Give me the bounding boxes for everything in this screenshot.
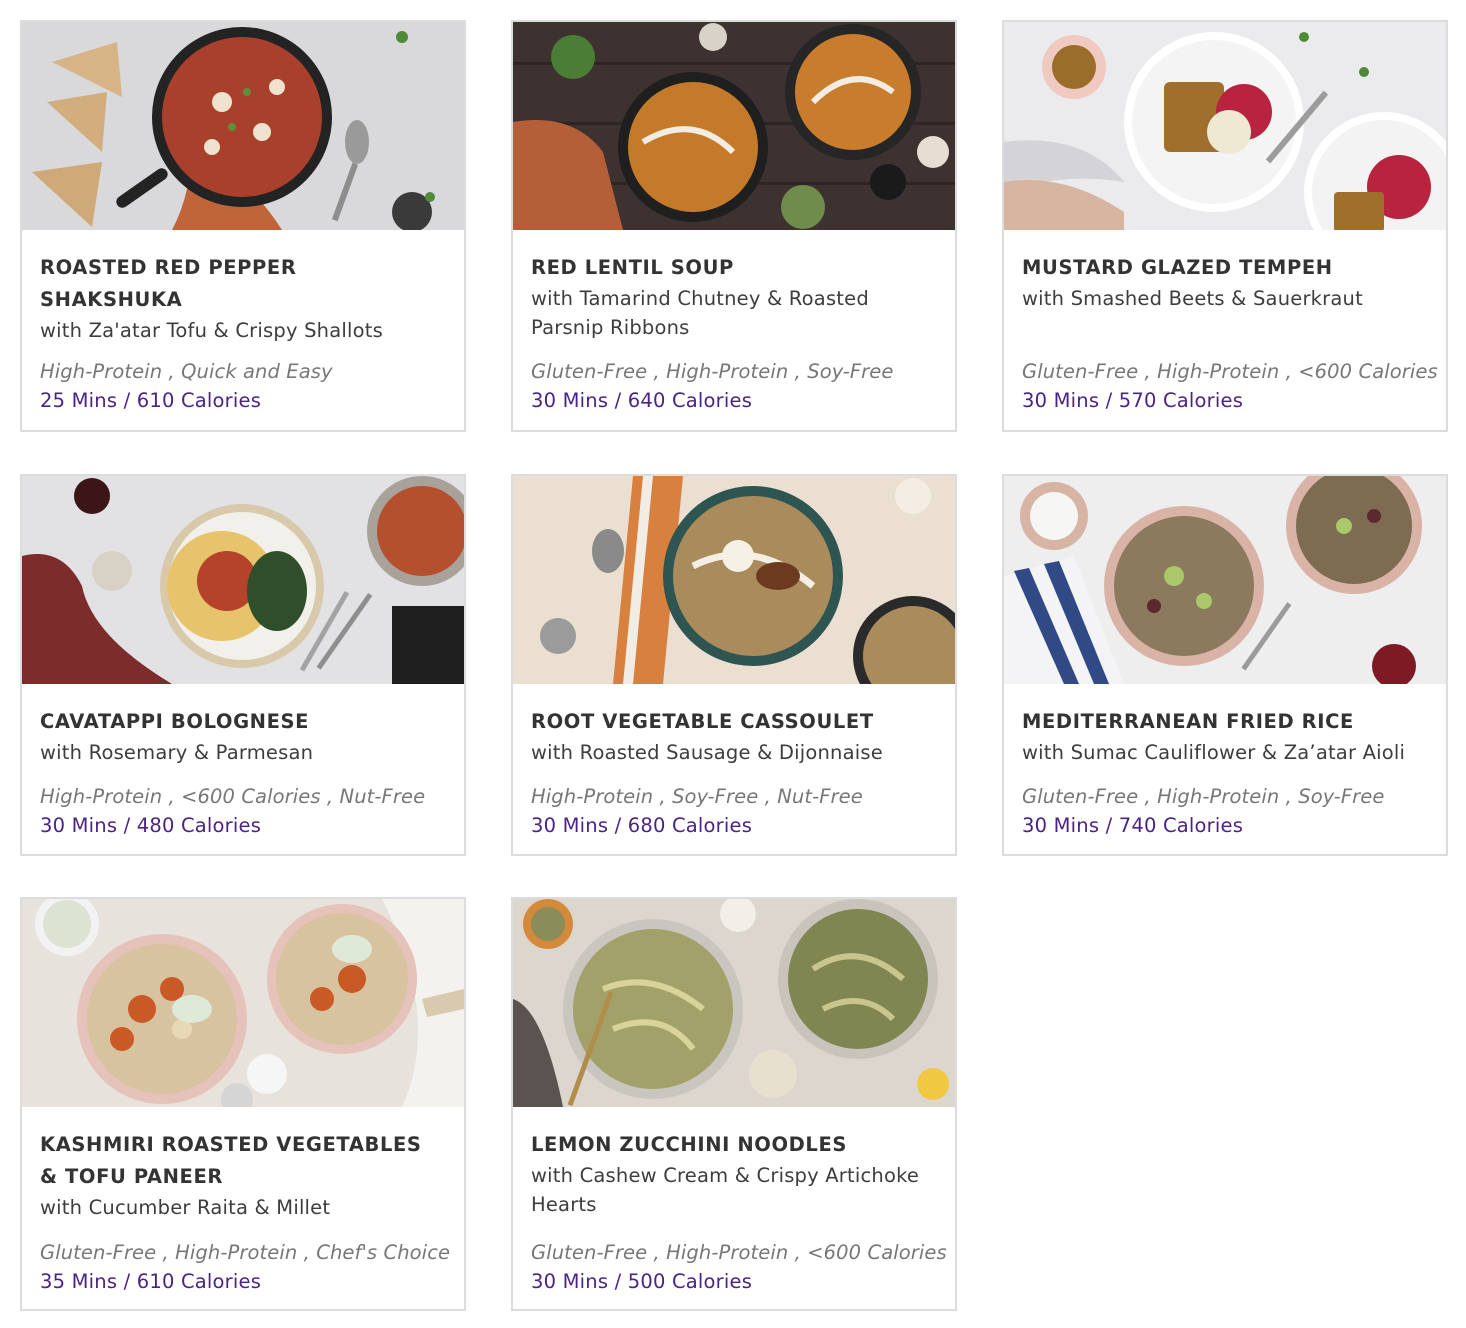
- recipe-title: MUSTARD GLAZED TEMPEH: [1022, 256, 1333, 279]
- recipe-card[interactable]: ROOT VEGETABLE CASSOULET with Roasted Sa…: [511, 474, 957, 856]
- recipe-subtitle: with Tamarind Chutney & Roasted Parsnip …: [531, 287, 869, 339]
- recipe-time-calories: 30 Mins / 680 Calories: [531, 814, 753, 837]
- lentil-soup-bowls-photo: [513, 22, 955, 230]
- recipe-subtitle: with Za'atar Tofu & Crispy Shallots: [40, 319, 383, 342]
- recipe-tags: Gluten-Free , High-Protein , Chef's Choi…: [40, 1241, 451, 1264]
- recipe-subtitle: with Smashed Beets & Sauerkraut: [1022, 287, 1363, 310]
- recipe-card[interactable]: MEDITERRANEAN FRIED RICE with Sumac Caul…: [1002, 474, 1448, 856]
- recipe-title: CAVATAPPI BOLOGNESE: [40, 710, 310, 733]
- recipe-card[interactable]: MUSTARD GLAZED TEMPEH with Smashed Beets…: [1002, 20, 1448, 432]
- recipe-time-calories: 30 Mins / 500 Calories: [531, 1270, 753, 1293]
- recipe-time-calories: 35 Mins / 610 Calories: [40, 1270, 262, 1293]
- recipe-card[interactable]: CAVATAPPI BOLOGNESE with Rosemary & Parm…: [20, 474, 466, 856]
- roasted-vegetable-bowls-photo: [22, 899, 464, 1107]
- recipe-title: LEMON ZUCCHINI NOODLES: [531, 1133, 848, 1156]
- cassoulet-bowls-photo: [513, 476, 955, 684]
- zucchini-noodle-bowls-photo: [513, 899, 955, 1107]
- recipe-tags: Gluten-Free , High-Protein , Soy-Free: [531, 360, 894, 383]
- recipe-time-calories: 30 Mins / 740 Calories: [1022, 814, 1244, 837]
- recipe-time-calories: 30 Mins / 570 Calories: [1022, 389, 1244, 412]
- recipe-card[interactable]: RED LENTIL SOUP with Tamarind Chutney & …: [511, 20, 957, 432]
- recipe-title: RED LENTIL SOUP: [531, 256, 734, 279]
- recipe-time-calories: 30 Mins / 480 Calories: [40, 814, 262, 837]
- recipe-time-calories: 30 Mins / 640 Calories: [531, 389, 753, 412]
- recipe-title: MEDITERRANEAN FRIED RICE: [1022, 710, 1354, 733]
- recipe-tags: High-Protein , Quick and Easy: [40, 360, 333, 383]
- recipe-time-calories: 25 Mins / 610 Calories: [40, 389, 262, 412]
- recipe-subtitle: with Sumac Cauliflower & Za’atar Aioli: [1022, 741, 1406, 764]
- recipe-tags: High-Protein , Soy-Free , Nut-Free: [531, 785, 863, 808]
- recipe-tags: Gluten-Free , High-Protein , <600 Calori…: [1022, 360, 1438, 383]
- recipe-tags: Gluten-Free , High-Protein , <600 Calori…: [531, 1241, 947, 1264]
- fried-rice-bowls-photo: [1004, 476, 1446, 684]
- skillet-shakshuka-photo: [22, 22, 464, 230]
- recipe-subtitle: with Cashew Cream & Crispy Artichoke Hea…: [531, 1164, 920, 1216]
- recipe-card[interactable]: LEMON ZUCCHINI NOODLES with Cashew Cream…: [511, 897, 957, 1311]
- recipe-subtitle: with Roasted Sausage & Dijonnaise: [531, 741, 883, 764]
- tempeh-plates-photo: [1004, 22, 1446, 230]
- recipe-title: KASHMIRI ROASTED VEGETABLES & TOFU PANEE…: [40, 1133, 422, 1188]
- recipe-subtitle: with Cucumber Raita & Millet: [40, 1196, 331, 1219]
- recipe-tags: High-Protein , <600 Calories , Nut-Free: [40, 785, 426, 808]
- recipe-title: ROASTED RED PEPPER SHAKSHUKA: [40, 256, 297, 311]
- recipe-card[interactable]: KASHMIRI ROASTED VEGETABLES & TOFU PANEE…: [20, 897, 466, 1311]
- recipe-title: ROOT VEGETABLE CASSOULET: [531, 710, 874, 733]
- pasta-plate-photo: [22, 476, 464, 684]
- recipe-tags: Gluten-Free , High-Protein , Soy-Free: [1022, 785, 1385, 808]
- recipe-card[interactable]: ROASTED RED PEPPER SHAKSHUKA with Za'ata…: [20, 20, 466, 432]
- recipe-subtitle: with Rosemary & Parmesan: [40, 741, 314, 764]
